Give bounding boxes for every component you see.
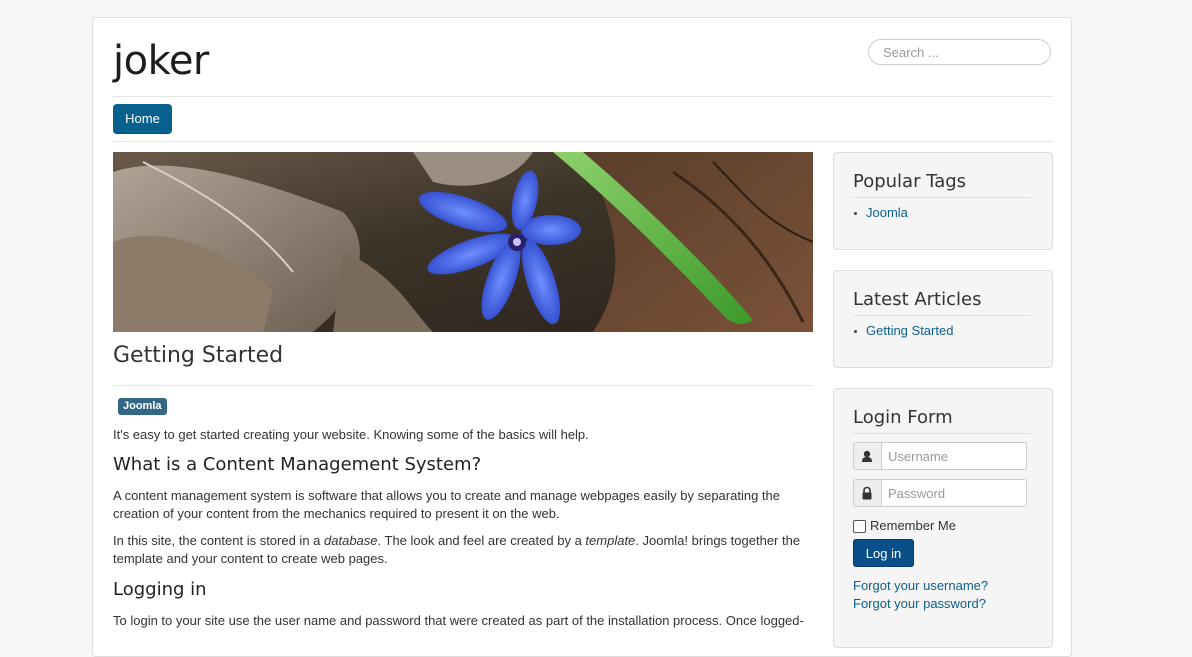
forgot-password-link[interactable]: Forgot your password? [853,596,986,611]
login-paragraph: To login to your site use the user name … [113,613,804,628]
heading-cms: What is a Content Management System? [113,454,482,475]
hero-image [113,152,813,332]
site-paragraph: In this site, the content is stored in a… [113,533,801,566]
module-divider [853,197,1031,198]
username-group [853,442,1027,470]
page-container: joker Home [92,17,1072,657]
lock-icon [853,479,881,507]
password-field[interactable] [881,479,1027,507]
remember-me-label[interactable]: Remember Me [870,518,956,533]
latest-articles-list: Getting Started [853,323,953,339]
popular-tags-list: Joomla [854,205,908,221]
article-divider [113,385,813,386]
login-button[interactable]: Log in [853,539,914,567]
nav-divider [113,141,1053,142]
forgot-username-link[interactable]: Forgot your username? [853,578,988,593]
latest-articles-module: Latest Articles Getting Started [833,270,1053,368]
search-input[interactable] [868,39,1051,65]
popular-tags-title: Popular Tags [853,171,967,192]
latest-articles-title: Latest Articles [853,289,982,310]
popular-tag-link[interactable]: Joomla [854,205,908,221]
module-divider [853,433,1031,434]
article-title[interactable]: Getting Started [113,343,283,368]
cms-paragraph: A content management system is software … [113,488,780,521]
latest-article-link[interactable]: Getting Started [853,323,953,339]
password-group [853,479,1027,507]
intro-text: It's easy to get started creating your w… [113,427,589,442]
username-field[interactable] [881,442,1027,470]
module-divider [853,315,1031,316]
tag-badge[interactable]: Joomla [118,398,167,415]
user-icon [853,442,881,470]
header-divider [113,96,1053,97]
site-title[interactable]: joker [113,38,209,84]
login-form-module: Login Form Remember Me [833,388,1053,648]
nav-home-button[interactable]: Home [113,104,172,134]
popular-tags-module: Popular Tags Joomla [833,152,1053,250]
remember-me-checkbox[interactable] [853,520,866,533]
heading-logging-in: Logging in [113,579,207,600]
login-form-title: Login Form [853,407,953,428]
